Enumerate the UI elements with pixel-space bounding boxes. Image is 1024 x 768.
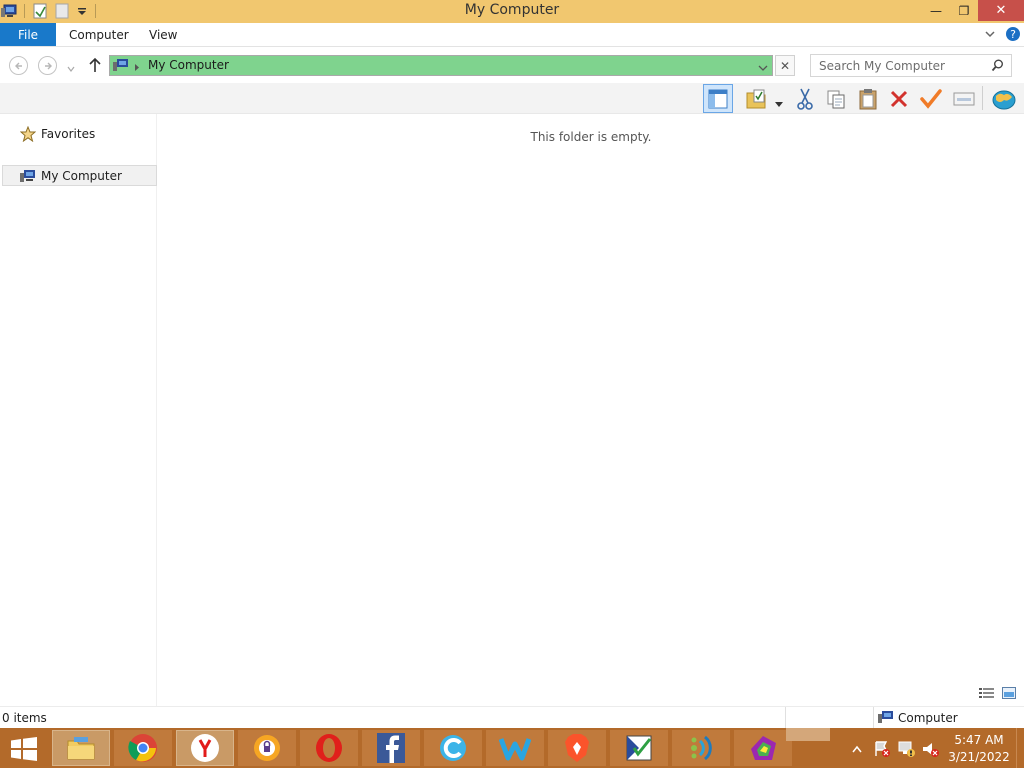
hidden-window-tab[interactable] xyxy=(786,728,830,741)
help-icon[interactable]: ? xyxy=(1005,26,1021,45)
tab-computer[interactable]: Computer xyxy=(69,28,129,42)
start-button[interactable] xyxy=(10,737,38,764)
title-bar: My Computer — ❐ ✕ xyxy=(0,0,1024,23)
copy-icon[interactable] xyxy=(821,84,851,113)
svg-text:?: ? xyxy=(1010,28,1016,41)
toolbar xyxy=(0,83,1024,114)
clock-time[interactable]: 5:47 AM xyxy=(948,733,1010,748)
clear-address-button[interactable]: ✕ xyxy=(775,55,795,76)
status-zone-label: Computer xyxy=(898,711,958,725)
taskbar-facebook[interactable] xyxy=(362,730,420,766)
taskbar: 5:47 AM 3/21/2022 xyxy=(0,728,1024,768)
large-icons-view-icon[interactable] xyxy=(1002,687,1016,702)
ribbon-tabs: File Computer View ? xyxy=(0,23,1024,47)
item-count: 0 items xyxy=(2,711,47,725)
rename-icon[interactable] xyxy=(949,84,979,113)
network-icon[interactable] xyxy=(897,740,917,761)
status-divider xyxy=(873,707,874,729)
computer-icon xyxy=(878,710,894,727)
expand-ribbon-icon[interactable] xyxy=(984,28,996,43)
volume-muted-icon[interactable] xyxy=(921,740,941,761)
status-divider xyxy=(785,707,786,729)
restore-button[interactable]: ❐ xyxy=(950,0,978,21)
clock-date[interactable]: 3/21/2022 xyxy=(948,750,1010,765)
taskbar-chrome[interactable] xyxy=(114,730,172,766)
minimize-button[interactable]: — xyxy=(922,0,950,21)
globe-icon[interactable] xyxy=(989,84,1019,113)
paste-icon[interactable] xyxy=(853,84,883,113)
address-bar[interactable]: My Computer xyxy=(109,55,773,76)
computer-icon xyxy=(20,169,36,183)
taskbar-app-c[interactable] xyxy=(424,730,482,766)
up-button[interactable] xyxy=(88,57,102,76)
search-input[interactable]: Search My Computer xyxy=(819,59,945,73)
navigation-pane: Favorites My Computer xyxy=(0,114,157,706)
forward-button[interactable] xyxy=(38,56,57,75)
recent-locations-icon[interactable] xyxy=(67,61,75,75)
status-bar: 0 items Computer xyxy=(0,706,1024,729)
checkmark-icon[interactable] xyxy=(916,84,946,113)
delete-icon[interactable] xyxy=(884,84,914,113)
back-button[interactable] xyxy=(9,56,28,75)
taskbar-brave[interactable] xyxy=(548,730,606,766)
taskbar-shield-app[interactable] xyxy=(238,730,296,766)
taskbar-colorful-app[interactable] xyxy=(734,730,792,766)
breadcrumb[interactable]: My Computer xyxy=(148,58,229,72)
search-icon[interactable] xyxy=(991,59,1004,75)
close-button[interactable]: ✕ xyxy=(978,0,1024,21)
taskbar-file-explorer[interactable] xyxy=(52,730,110,766)
window-title: My Computer xyxy=(464,2,560,18)
computer-icon xyxy=(113,58,129,75)
star-icon xyxy=(20,125,36,142)
address-history-icon[interactable] xyxy=(758,61,768,75)
taskbar-checklist-app[interactable] xyxy=(610,730,668,766)
address-row: My Computer ✕ Search My Computer xyxy=(0,48,1024,83)
nav-item-label: Favorites xyxy=(41,126,96,141)
toolbar-separator xyxy=(982,86,983,110)
nav-item-favorites[interactable]: Favorites xyxy=(2,123,157,144)
taskbar-yandex[interactable] xyxy=(176,730,234,766)
show-hidden-icons-icon[interactable] xyxy=(852,742,862,756)
action-center-icon[interactable] xyxy=(874,740,892,761)
select-folder-icon[interactable] xyxy=(741,84,771,113)
breadcrumb-chevron-icon[interactable] xyxy=(134,61,140,75)
show-desktop-button[interactable] xyxy=(1016,728,1024,768)
tab-file[interactable]: File xyxy=(0,23,56,46)
select-dropdown-icon[interactable] xyxy=(775,96,783,110)
tab-view[interactable]: View xyxy=(149,28,177,42)
empty-folder-message: This folder is empty. xyxy=(530,130,652,144)
nav-item-label: My Computer xyxy=(41,168,122,183)
layout-button[interactable] xyxy=(703,84,733,113)
taskbar-app-w[interactable] xyxy=(486,730,544,766)
taskbar-waves-app[interactable] xyxy=(672,730,730,766)
nav-item-my-computer[interactable]: My Computer xyxy=(2,165,157,186)
cut-icon[interactable] xyxy=(790,84,820,113)
taskbar-opera[interactable] xyxy=(300,730,358,766)
details-view-icon[interactable] xyxy=(979,687,994,702)
search-box[interactable]: Search My Computer xyxy=(810,54,1012,77)
